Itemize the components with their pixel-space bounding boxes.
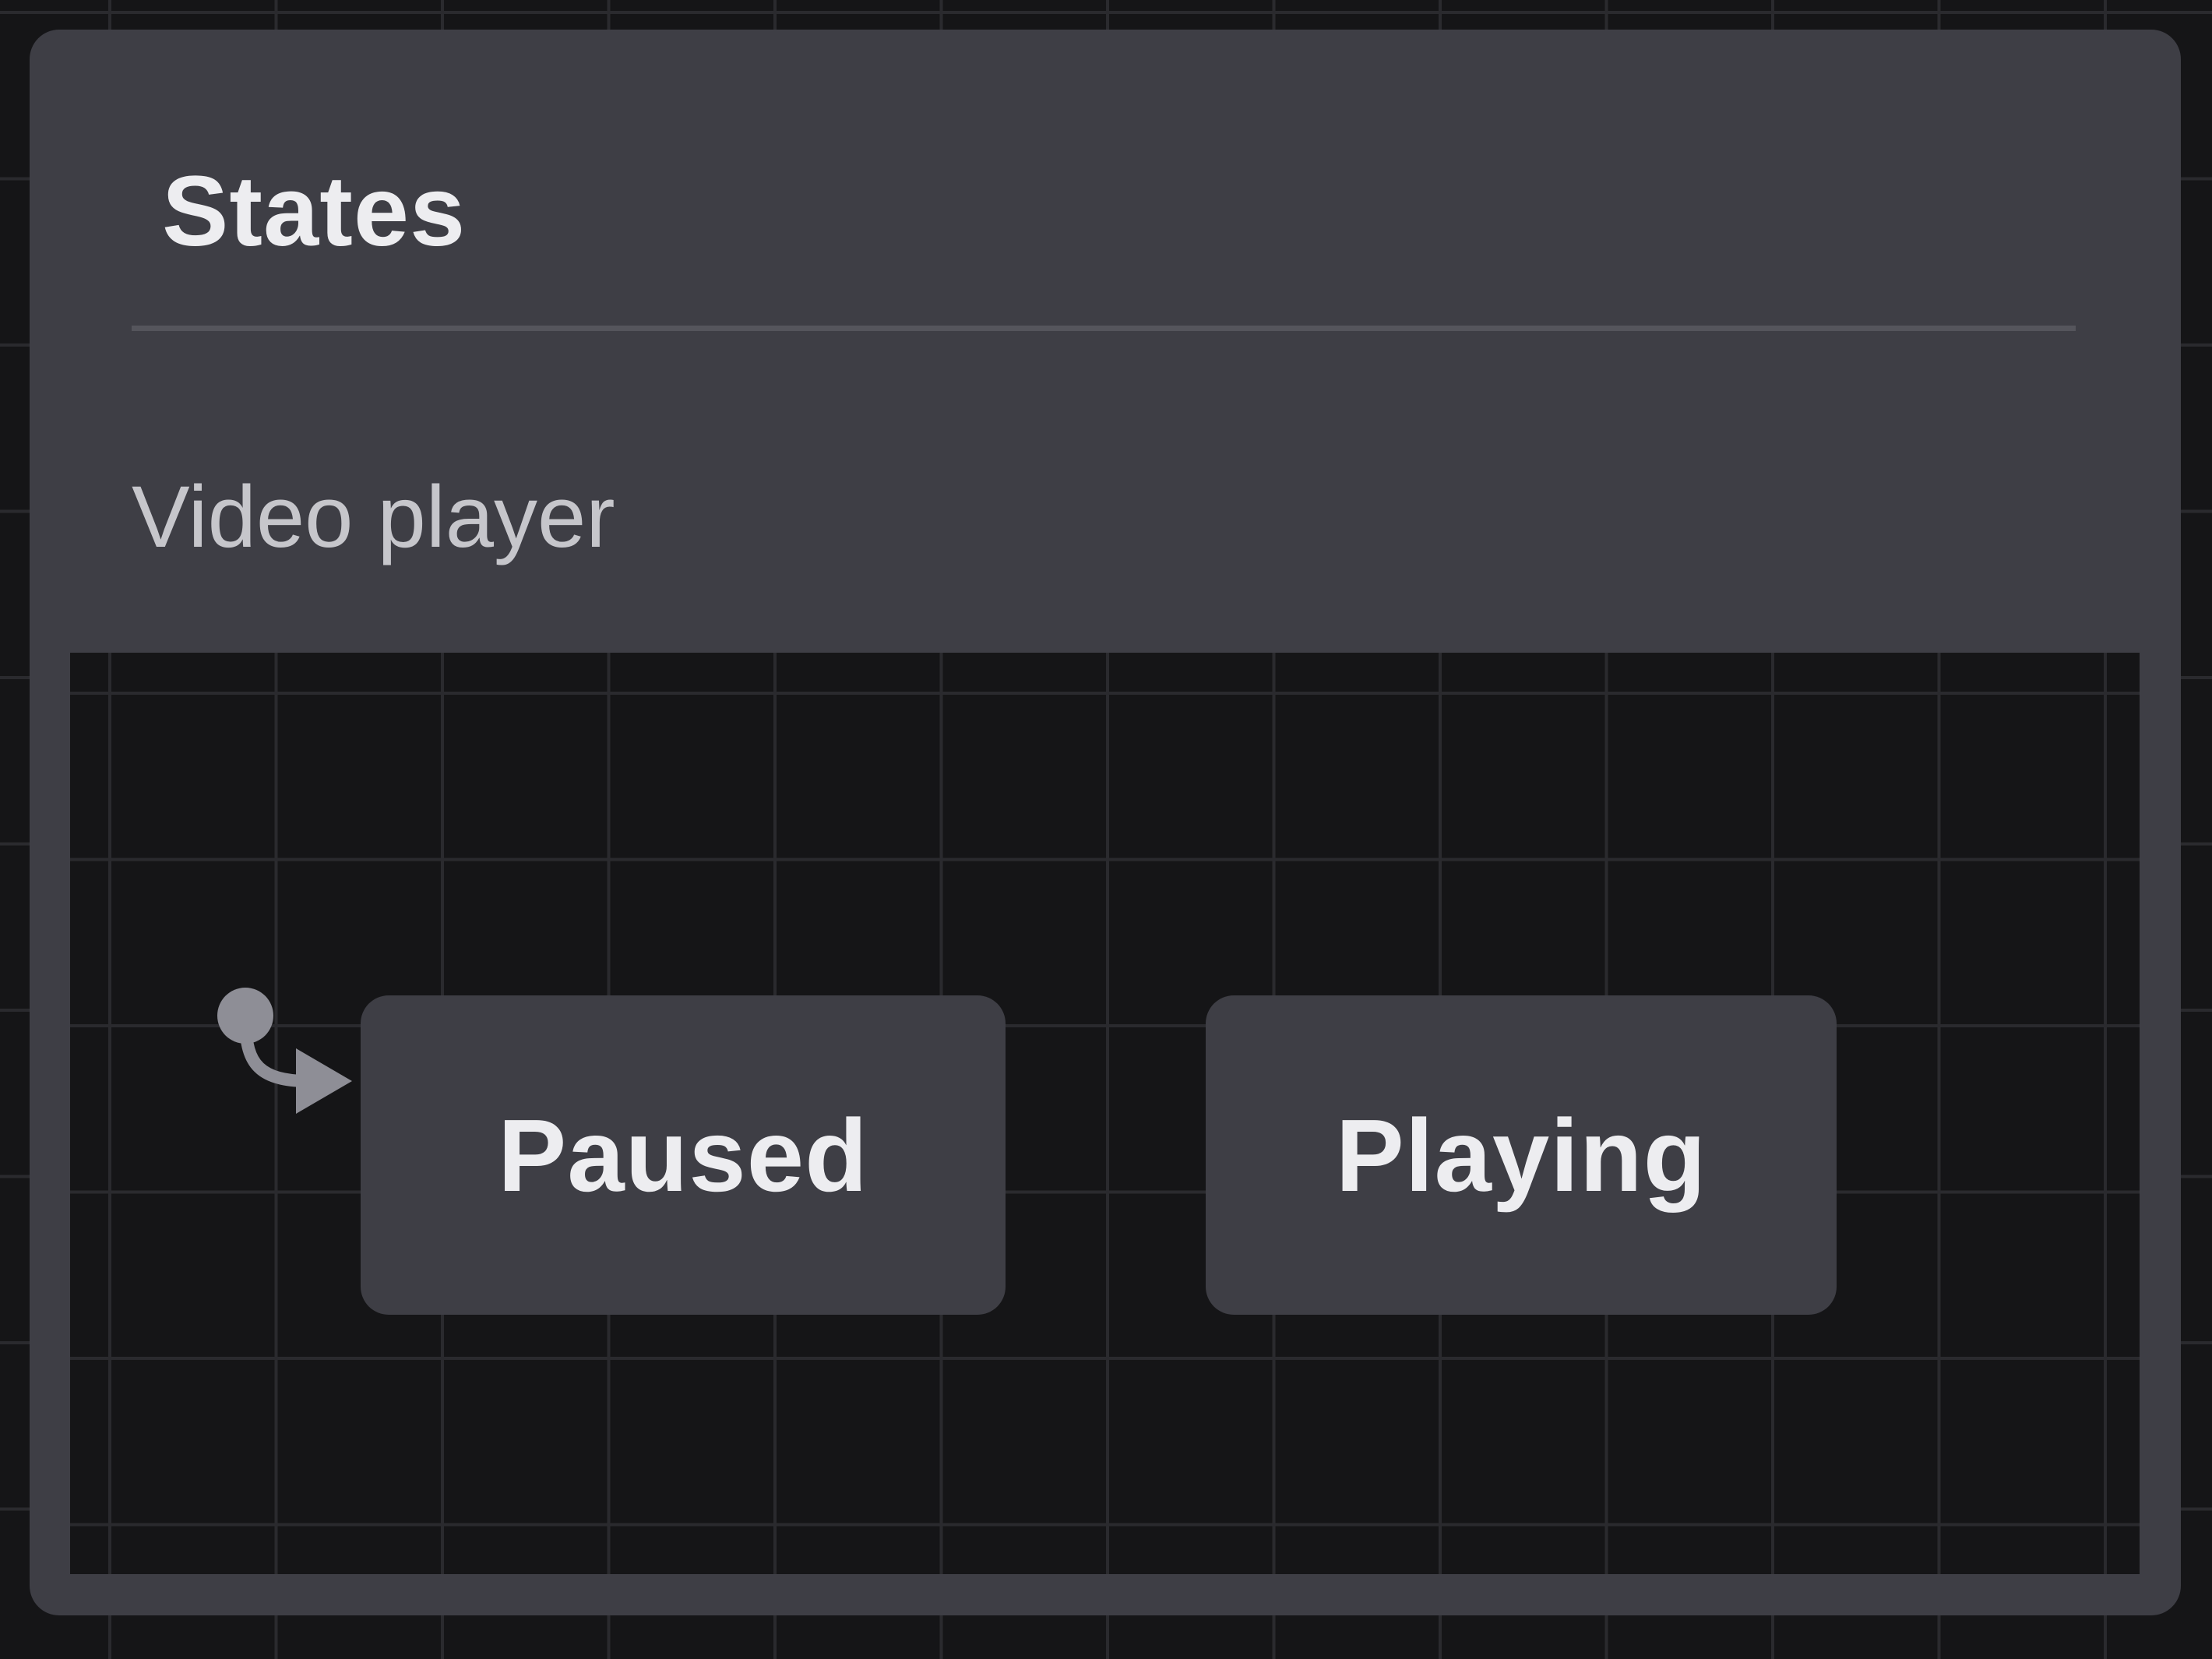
- machine-name: Video player: [132, 468, 615, 565]
- panel-title: States: [162, 156, 467, 267]
- state-label-playing: Playing: [1335, 1097, 1707, 1213]
- state-label-paused: Paused: [498, 1097, 868, 1213]
- state-node-paused[interactable]: Paused: [361, 995, 1006, 1315]
- state-machine-canvas[interactable]: Paused Playing: [70, 653, 2140, 1574]
- state-node-playing[interactable]: Playing: [1206, 995, 1837, 1315]
- states-panel: States Video player Paused Playing: [30, 30, 2181, 1615]
- panel-divider: [132, 326, 2076, 331]
